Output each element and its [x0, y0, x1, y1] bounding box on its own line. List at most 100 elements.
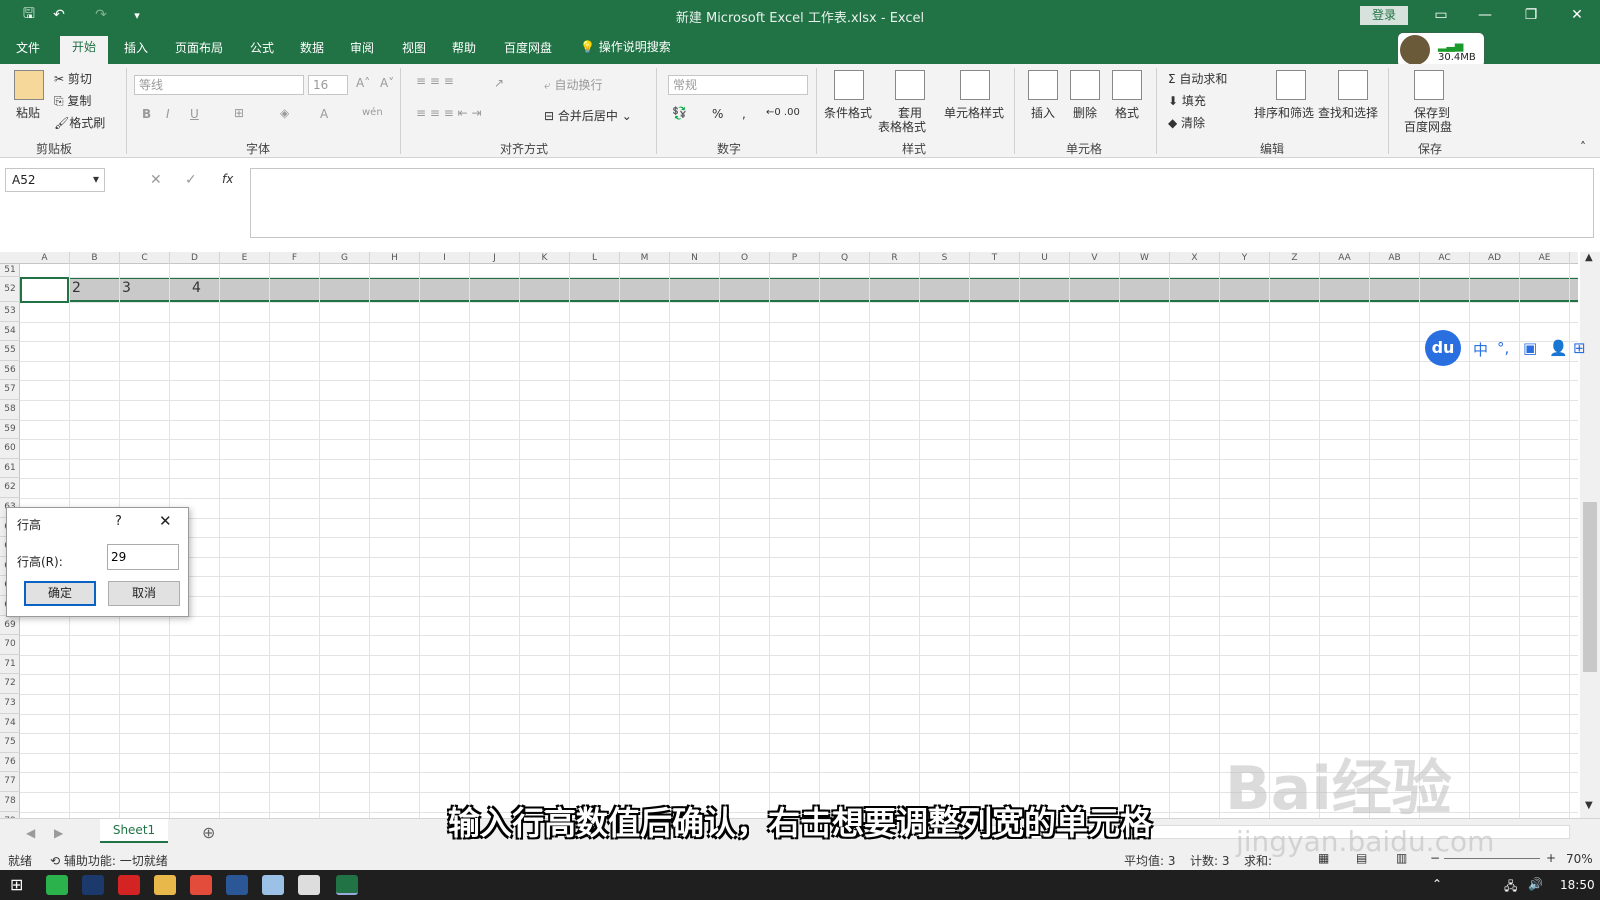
- font-color-button[interactable]: A: [320, 107, 328, 121]
- minimize-icon[interactable]: —: [1462, 0, 1508, 30]
- tell-me-search[interactable]: 💡 操作说明搜索: [580, 38, 671, 55]
- cell-c52[interactable]: 3: [122, 280, 131, 296]
- formula-input[interactable]: [250, 168, 1594, 238]
- autosum-button[interactable]: Σ 自动求和: [1168, 70, 1227, 87]
- restore-icon[interactable]: ❐: [1508, 0, 1554, 30]
- phonetic-button[interactable]: wén: [362, 107, 383, 118]
- align-top-icon[interactable]: ≡ ≡ ≡: [416, 74, 454, 88]
- font-size-select[interactable]: 16: [308, 75, 348, 95]
- cut-button[interactable]: ✂ 剪切: [54, 70, 92, 87]
- row-header[interactable]: 69: [0, 616, 20, 636]
- column-header[interactable]: V: [1070, 252, 1120, 264]
- percent-button[interactable]: %: [712, 107, 723, 121]
- toolbox-icon[interactable]: ▣: [1523, 339, 1537, 357]
- login-button[interactable]: 登录: [1360, 6, 1408, 25]
- column-header[interactable]: M: [620, 252, 670, 264]
- row-header[interactable]: 52: [0, 277, 20, 302]
- name-box-chevron-icon[interactable]: ▾: [93, 172, 99, 186]
- tab-baidu-pan[interactable]: 百度网盘: [492, 37, 564, 64]
- cell-b52[interactable]: 2: [72, 280, 81, 296]
- name-box[interactable]: A52: [5, 168, 105, 192]
- scroll-up-icon[interactable]: ▲: [1585, 252, 1593, 263]
- column-header[interactable]: G: [320, 252, 370, 264]
- row-header[interactable]: 77: [0, 772, 20, 792]
- active-cell-a52[interactable]: [20, 277, 69, 303]
- column-header[interactable]: AC: [1420, 252, 1470, 264]
- save-baidu-line2[interactable]: 百度网盘: [1404, 118, 1452, 135]
- column-header[interactable]: K: [520, 252, 570, 264]
- column-header[interactable]: A: [20, 252, 70, 264]
- tab-review[interactable]: 审阅: [338, 37, 386, 64]
- font-name-select[interactable]: 等线: [134, 75, 304, 95]
- tray-chevron-icon[interactable]: ⌃: [1432, 877, 1442, 891]
- row-header[interactable]: 54: [0, 322, 20, 342]
- row-header[interactable]: 73: [0, 694, 20, 714]
- row-header[interactable]: 71: [0, 655, 20, 675]
- cell-styles-button[interactable]: 单元格样式: [944, 104, 1004, 121]
- notepad-icon[interactable]: [262, 875, 284, 895]
- insert-function-button[interactable]: fx: [222, 172, 233, 186]
- column-header[interactable]: W: [1120, 252, 1170, 264]
- column-header[interactable]: Y: [1220, 252, 1270, 264]
- column-header[interactable]: B: [70, 252, 120, 264]
- help-icon[interactable]: ?: [115, 514, 122, 529]
- app-icon-360[interactable]: [46, 875, 68, 895]
- row-header[interactable]: 76: [0, 753, 20, 773]
- column-header[interactable]: Z: [1270, 252, 1320, 264]
- column-header[interactable]: AE: [1520, 252, 1570, 264]
- conditional-format-button[interactable]: 条件格式: [824, 104, 872, 121]
- currency-icon[interactable]: 💱: [672, 106, 687, 120]
- zoom-in-icon[interactable]: +: [1546, 851, 1556, 865]
- ok-button[interactable]: 确定: [24, 581, 96, 606]
- ime-punct[interactable]: °,: [1497, 339, 1509, 357]
- ribbon-display-icon[interactable]: ▭: [1418, 0, 1464, 30]
- zoom-level[interactable]: 70%: [1566, 852, 1593, 866]
- column-header[interactable]: T: [970, 252, 1020, 264]
- find-select-button[interactable]: 查找和选择: [1318, 104, 1378, 121]
- cancel-button[interactable]: 取消: [108, 581, 180, 606]
- row-header[interactable]: 75: [0, 733, 20, 753]
- collapse-ribbon-icon[interactable]: ˄: [1580, 140, 1586, 154]
- row-height-input[interactable]: [107, 544, 179, 570]
- row-header[interactable]: 51: [0, 264, 20, 277]
- wrap-text-button[interactable]: ⤶ 自动换行: [544, 76, 603, 93]
- row-header[interactable]: 55: [0, 341, 20, 361]
- scroll-thumb[interactable]: [1583, 502, 1597, 672]
- sort-filter-icon[interactable]: [1276, 70, 1306, 100]
- delete-cells-button[interactable]: 删除: [1073, 104, 1097, 121]
- column-header[interactable]: AA: [1320, 252, 1370, 264]
- selected-row-52[interactable]: [20, 277, 1578, 302]
- column-header[interactable]: J: [470, 252, 520, 264]
- network-icon[interactable]: 🖧: [1504, 877, 1517, 898]
- insert-cells-icon[interactable]: [1028, 70, 1058, 100]
- column-header[interactable]: D: [170, 252, 220, 264]
- tab-insert[interactable]: 插入: [112, 37, 160, 64]
- format-table-icon[interactable]: [895, 70, 925, 100]
- sort-filter-button[interactable]: 排序和筛选: [1254, 104, 1314, 121]
- row-header[interactable]: 59: [0, 420, 20, 440]
- row-header[interactable]: 74: [0, 714, 20, 734]
- fill-color-icon[interactable]: ◈: [280, 106, 289, 120]
- tab-formulas[interactable]: 公式: [238, 37, 286, 64]
- column-header[interactable]: I: [420, 252, 470, 264]
- tab-data[interactable]: 数据: [288, 37, 336, 64]
- close-icon[interactable]: ✕: [1554, 0, 1600, 30]
- comma-button[interactable]: ,: [742, 107, 746, 121]
- column-header[interactable]: E: [220, 252, 270, 264]
- volume-icon[interactable]: 🔊: [1528, 877, 1543, 891]
- paste-icon[interactable]: [14, 70, 44, 100]
- format-painter-button[interactable]: 🖌格式刷: [54, 114, 105, 131]
- row-header[interactable]: 56: [0, 361, 20, 381]
- paste-button[interactable]: 粘贴: [16, 104, 40, 121]
- cell-styles-icon[interactable]: [960, 70, 990, 100]
- zoom-slider[interactable]: [1444, 858, 1540, 859]
- tab-home[interactable]: 开始: [60, 36, 109, 64]
- format-table-line2[interactable]: 表格格式: [878, 118, 926, 135]
- grid-menu-icon[interactable]: ⊞: [1573, 339, 1586, 357]
- fill-button[interactable]: ⬇ 填充: [1168, 92, 1206, 109]
- cancel-entry-icon[interactable]: ✕: [150, 172, 162, 188]
- column-header[interactable]: AD: [1470, 252, 1520, 264]
- excel-icon[interactable]: [336, 875, 358, 895]
- column-header[interactable]: C: [120, 252, 170, 264]
- column-header[interactable]: AB: [1370, 252, 1420, 264]
